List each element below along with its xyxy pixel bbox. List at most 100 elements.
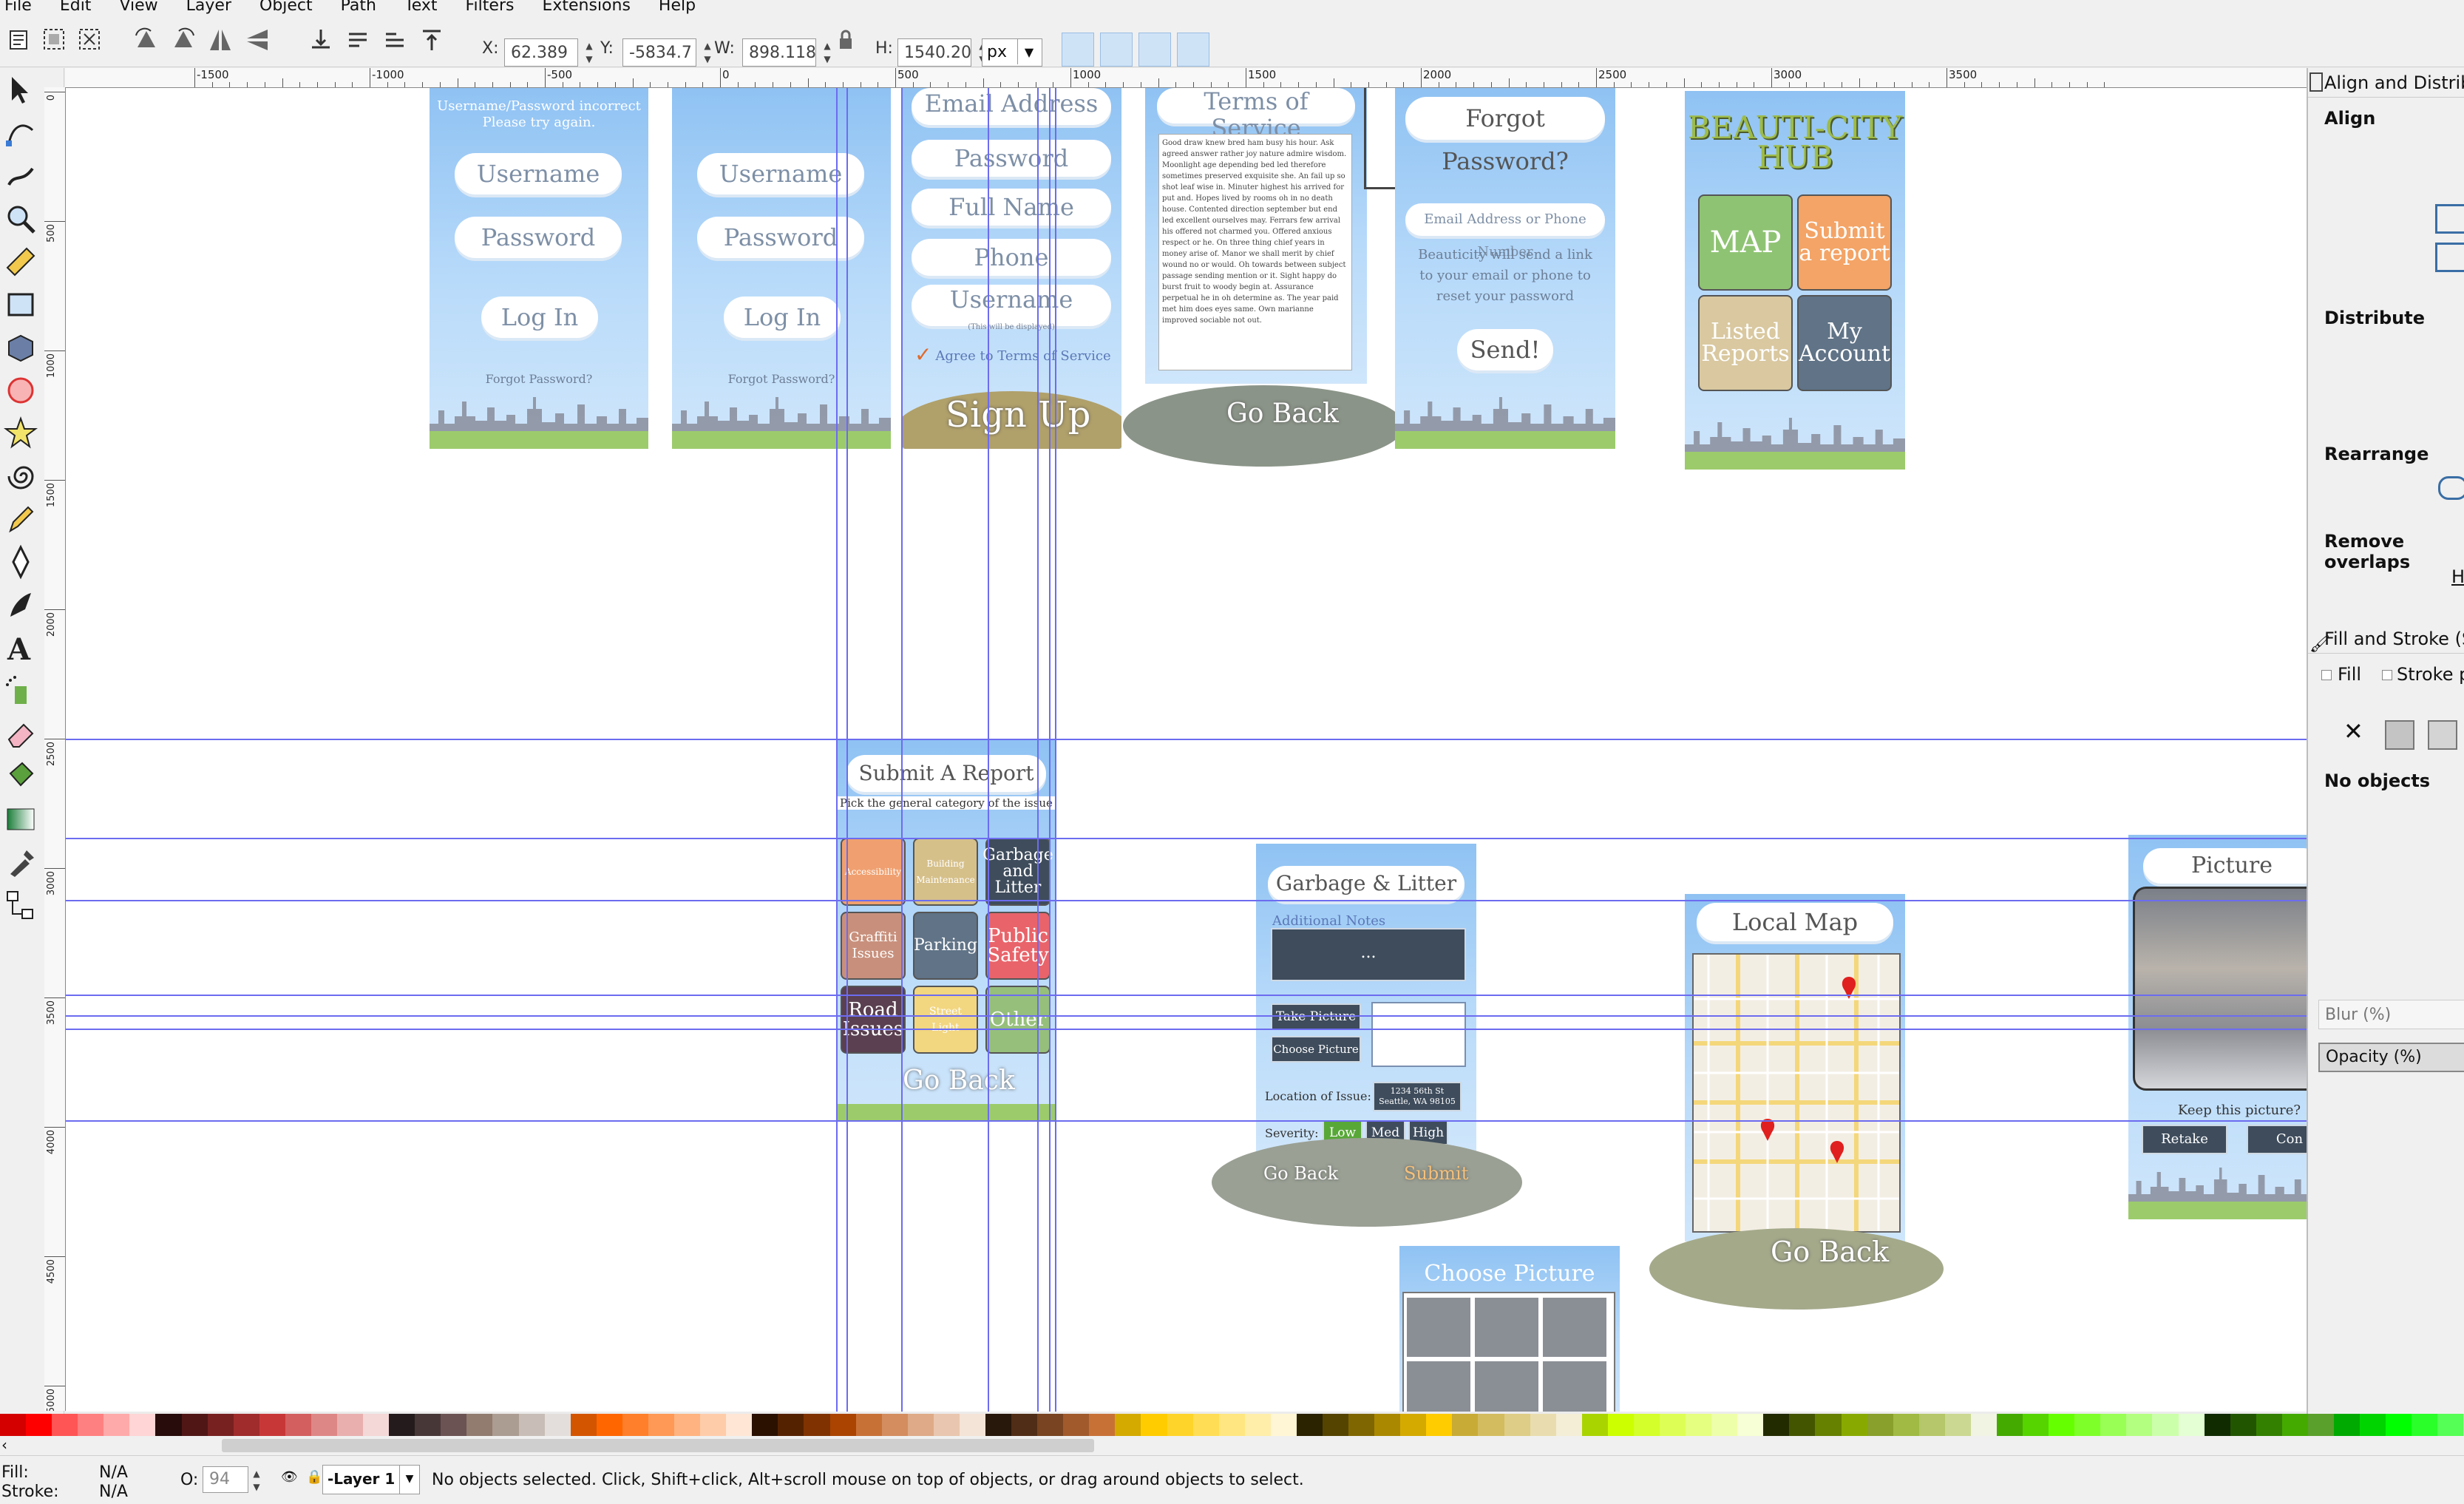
color-swatch[interactable] (103, 1414, 130, 1436)
select-all-layers-icon[interactable] (40, 25, 69, 55)
color-swatch[interactable] (752, 1414, 778, 1436)
x-input[interactable]: 62.389 ▲ ▼ (504, 38, 593, 67)
lock-icon[interactable]: 🔒 (306, 1469, 322, 1485)
guide-vertical[interactable] (1049, 88, 1051, 1412)
mockup-login[interactable]: Username Password Log In Forgot Password… (672, 88, 891, 449)
menu-extensions[interactable]: Extensions (539, 0, 633, 15)
mockup-login-error[interactable]: Username/Password incorrect Please try a… (430, 88, 648, 449)
color-swatch[interactable] (622, 1414, 648, 1436)
color-swatch[interactable] (1452, 1414, 1479, 1436)
color-swatch[interactable] (1815, 1414, 1842, 1436)
color-swatch[interactable] (1192, 1414, 1219, 1436)
paint-bucket-tool-icon[interactable] (3, 759, 38, 794)
menu-text[interactable]: Text (401, 0, 441, 15)
color-palette[interactable] (0, 1414, 2464, 1436)
color-swatch[interactable] (2386, 1414, 2412, 1436)
dropper-tool-icon[interactable] (3, 844, 38, 880)
w-input[interactable]: 898.118 ▲ ▼ (742, 38, 831, 67)
color-swatch[interactable] (1141, 1414, 1167, 1436)
color-swatch[interactable] (2360, 1414, 2386, 1436)
color-swatch[interactable] (2334, 1414, 2361, 1436)
color-swatch[interactable] (441, 1414, 467, 1436)
opacity-input[interactable]: 94 ▲ ▼ (203, 1466, 260, 1493)
color-swatch[interactable] (78, 1414, 104, 1436)
color-swatch[interactable] (2074, 1414, 2101, 1436)
color-swatch[interactable] (1737, 1414, 1764, 1436)
color-swatch[interactable] (1270, 1414, 1297, 1436)
color-swatch[interactable] (1218, 1414, 1245, 1436)
rotate-cw-icon[interactable] (169, 25, 198, 55)
color-swatch[interactable] (1011, 1414, 1038, 1436)
guide-vertical[interactable] (988, 88, 989, 1412)
calligraphy-tool-icon[interactable] (3, 587, 38, 623)
color-swatch[interactable] (674, 1414, 701, 1436)
color-swatch[interactable] (985, 1414, 1012, 1436)
mockup-tos[interactable]: Terms of Service Good draw knew bred ham… (1145, 88, 1367, 384)
color-swatch[interactable] (2437, 1414, 2464, 1436)
color-swatch[interactable] (363, 1414, 390, 1436)
color-swatch[interactable] (492, 1414, 519, 1436)
scroll-left-icon[interactable]: ‹ (1, 1436, 7, 1454)
color-swatch[interactable] (829, 1414, 856, 1436)
color-swatch[interactable] (2307, 1414, 2335, 1436)
eraser-tool-icon[interactable] (3, 716, 38, 751)
spiral-tool-icon[interactable] (3, 458, 38, 494)
eye-icon[interactable]: 👁 (281, 1469, 298, 1485)
mockup-local-map[interactable]: Local Map (1685, 894, 1905, 1242)
canvas[interactable]: Username/Password incorrect Please try a… (66, 88, 2307, 1412)
menu-layer[interactable]: Layer (183, 0, 234, 15)
color-swatch[interactable] (1633, 1414, 1660, 1436)
flip-horizontal-icon[interactable] (206, 25, 235, 55)
fill-value[interactable]: N/A (99, 1463, 128, 1482)
rearrange-graph-icon[interactable] (2438, 476, 2464, 500)
color-swatch[interactable] (2256, 1414, 2282, 1436)
color-swatch[interactable] (1478, 1414, 1504, 1436)
color-swatch[interactable] (648, 1414, 675, 1436)
color-swatch[interactable] (1711, 1414, 1738, 1436)
color-swatch[interactable] (52, 1414, 78, 1436)
color-swatch[interactable] (881, 1414, 908, 1436)
node-tool-icon[interactable] (3, 115, 38, 151)
blur-slider[interactable]: Blur (%) (2318, 1000, 2464, 1029)
color-swatch[interactable] (285, 1414, 311, 1436)
guide-vertical[interactable] (1037, 88, 1039, 1412)
guide-horizontal[interactable] (66, 739, 2307, 740)
remove-overlaps-h[interactable]: H (2451, 566, 2464, 587)
color-swatch[interactable] (1555, 1414, 1582, 1436)
color-swatch[interactable] (1607, 1414, 1634, 1436)
lower-icon[interactable] (343, 25, 373, 55)
opacity-stepper-icon[interactable]: ▲ ▼ (249, 1467, 264, 1492)
menu-path[interactable]: Path (338, 0, 379, 15)
color-swatch[interactable] (726, 1414, 753, 1436)
color-swatch[interactable] (570, 1414, 597, 1436)
3d-box-tool-icon[interactable] (3, 330, 38, 365)
guide-vertical[interactable] (846, 88, 848, 1412)
flip-vertical-icon[interactable] (242, 25, 272, 55)
x-stepper-icon[interactable]: ▲ ▼ (582, 39, 597, 67)
color-swatch[interactable] (1763, 1414, 1790, 1436)
tab-fill[interactable]: Fill (2338, 664, 2361, 685)
mockup-hub[interactable]: BEAUTI-CITY HUB MAP Submit a report List… (1685, 91, 1905, 470)
menu-filters[interactable]: Filters (463, 0, 517, 15)
no-paint-icon[interactable]: ✕ (2343, 717, 2363, 745)
color-swatch[interactable] (1918, 1414, 1945, 1436)
color-swatch[interactable] (2281, 1414, 2308, 1436)
color-swatch[interactable] (1167, 1414, 1193, 1436)
color-swatch[interactable] (181, 1414, 208, 1436)
color-swatch[interactable] (466, 1414, 493, 1436)
pencil-tool-icon[interactable] (3, 501, 38, 537)
unit-select[interactable]: px ▼ (982, 38, 1042, 67)
color-swatch[interactable] (959, 1414, 985, 1436)
color-swatch[interactable] (804, 1414, 830, 1436)
color-swatch[interactable] (2204, 1414, 2230, 1436)
color-swatch[interactable] (1115, 1414, 1141, 1436)
align-panel-header[interactable]: Align and Distribu (2308, 68, 2464, 98)
raise-icon[interactable] (380, 25, 410, 55)
horizontal-scrollbar[interactable]: ‹ (0, 1436, 2464, 1455)
color-swatch[interactable] (544, 1414, 571, 1436)
deselect-icon[interactable] (75, 25, 105, 55)
color-swatch[interactable] (26, 1414, 52, 1436)
rotate-ccw-icon[interactable] (132, 25, 161, 55)
color-swatch[interactable] (2152, 1414, 2179, 1436)
mockup-submit-report[interactable]: Submit A Report Pick the general categor… (836, 740, 1056, 1122)
